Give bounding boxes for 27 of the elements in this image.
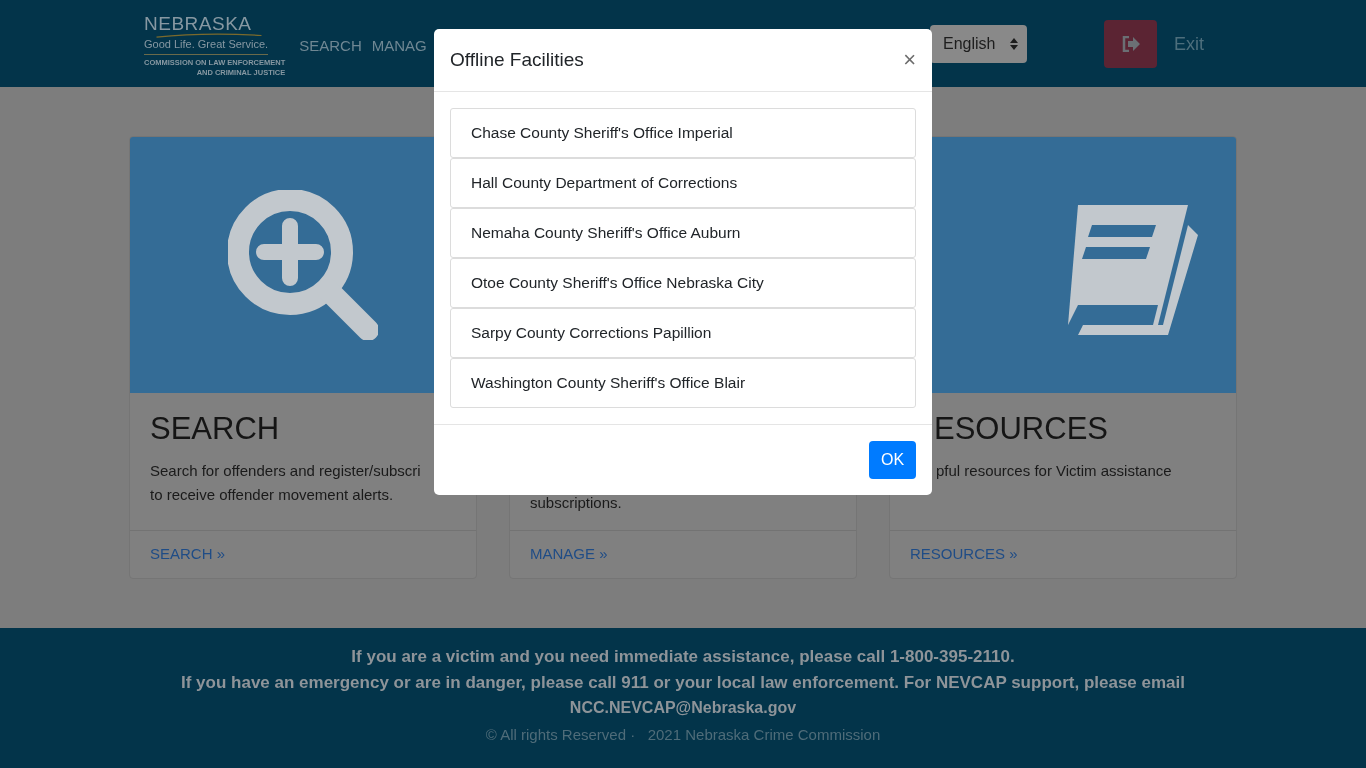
facility-item[interactable]: Otoe County Sheriff's Office Nebraska City (450, 258, 916, 308)
logo-wordmark: NEBRASKA (144, 13, 252, 33)
zoom-in-icon (228, 190, 378, 340)
footer-text: If you are a victim and you need immediate assistance, please call 1-800-395-2110. (351, 646, 1015, 668)
language-select[interactable]: English (930, 25, 1027, 63)
nav-link[interactable]: MANAG (371, 36, 427, 54)
logo-tagline: Good Life. Great Service. (144, 37, 269, 55)
exit-button[interactable] (1104, 20, 1157, 68)
card-title: ESOURCES (934, 410, 1109, 448)
card-description: pful resources for Victim assistance (936, 461, 1173, 481)
sign-out-icon (1121, 36, 1140, 52)
facility-item[interactable]: Chase County Sheriff's Office Imperial (450, 108, 916, 158)
modal-title: Offline Facilities (450, 49, 584, 71)
copyright-text: © All rights Reserved · 2021 Nebraska Crime Commission (485, 725, 881, 745)
footer-text: If you have an emergency or are in danger, please call 911 or your local law enforcement. For NEVCAP support, please email (181, 672, 1185, 694)
facility-item[interactable]: Sarpy County Corrections Papillion (450, 308, 916, 358)
card-description: Search for offenders and register/subscri to receive offender movement alerts. (150, 461, 422, 505)
sort-caret-icon (1010, 38, 1019, 50)
facility-item[interactable]: Nemaha County Sheriff's Office Auburn (450, 208, 916, 258)
nav-link[interactable]: SEARCH (299, 36, 362, 54)
facility-item[interactable]: Hall County Department of Corrections (450, 158, 916, 208)
ok-button[interactable]: OK (869, 441, 916, 479)
facility-item[interactable]: Washington County Sheriff's Office Blair (450, 358, 916, 408)
close-button[interactable]: × (903, 49, 916, 71)
card-title: SEARCH (150, 410, 281, 448)
card-description: subscriptions. (530, 493, 623, 513)
email-link[interactable]: NCC.NEVCAP@Nebraska.gov (569, 696, 797, 720)
